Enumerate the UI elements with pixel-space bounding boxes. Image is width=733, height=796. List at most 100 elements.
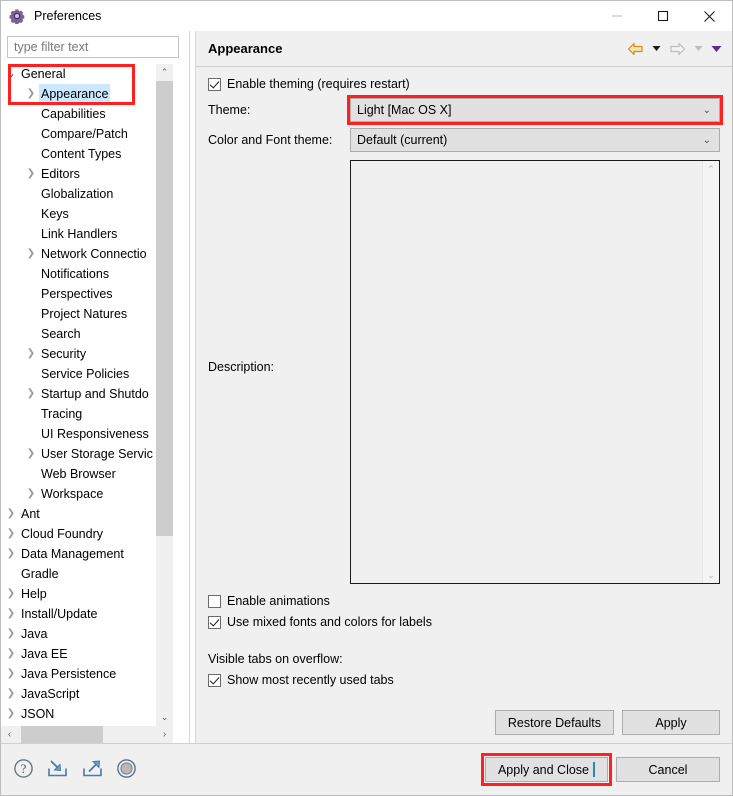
help-icon[interactable]: ? — [13, 758, 34, 782]
chevron-right-icon[interactable]: ❯ — [3, 504, 19, 524]
show-mru-tabs-checkbox[interactable] — [208, 673, 221, 687]
tree-item-json[interactable]: ❯ JSON — [1, 704, 156, 724]
tree-item-search[interactable]: Search — [1, 324, 156, 344]
chevron-right-icon[interactable]: ❯ — [3, 644, 19, 664]
chevron-right-icon[interactable]: ❯ — [3, 704, 19, 724]
tree-item-ui-responsiveness[interactable]: UI Responsiveness — [1, 424, 156, 444]
restore-defaults-button[interactable]: Restore Defaults — [494, 710, 614, 735]
tree-item-security[interactable]: ❯ Security — [1, 344, 156, 364]
chevron-right-icon[interactable]: ❯ — [3, 524, 19, 544]
tree-item-link-handlers[interactable]: Link Handlers — [1, 224, 156, 244]
enable-animations-row[interactable]: Enable animations — [208, 594, 720, 608]
forward-arrow-icon — [666, 38, 688, 60]
description-textarea[interactable]: ⌃ ⌄ — [350, 160, 720, 584]
pane-divider[interactable] — [189, 31, 196, 743]
tree-item-label: Link Handlers — [41, 227, 118, 241]
maximize-button[interactable] — [640, 1, 686, 31]
tree-item-project-natures[interactable]: Project Natures — [1, 304, 156, 324]
tree-item-install-update[interactable]: ❯ Install/Update — [1, 604, 156, 624]
chevron-right-icon[interactable]: ❯ — [3, 544, 19, 564]
chevron-down-icon[interactable]: ⌄ — [3, 64, 19, 84]
import-icon[interactable] — [46, 758, 69, 782]
chevron-right-icon[interactable]: ❯ — [23, 84, 39, 104]
tree-item-network-connectio[interactable]: ❯ Network Connectio — [1, 244, 156, 264]
tree-horizontal-scrollbar[interactable]: ‹ › — [1, 726, 173, 743]
color-font-theme-select[interactable]: Default (current) ⌄ — [350, 128, 720, 152]
tree-item-ant[interactable]: ❯ Ant — [1, 504, 156, 524]
tree-item-java-ee[interactable]: ❯ Java EE — [1, 644, 156, 664]
tree-item-user-storage-servic[interactable]: ❯ User Storage Servic — [1, 444, 156, 464]
chevron-right-icon[interactable]: ❯ — [23, 484, 39, 504]
back-dropdown-chevron-down-icon[interactable] — [648, 38, 664, 60]
search-input[interactable]: type filter text — [7, 36, 179, 58]
cancel-button[interactable]: Cancel — [616, 757, 720, 782]
tree-item-tracing[interactable]: Tracing — [1, 404, 156, 424]
tree-item-content-types[interactable]: Content Types — [1, 144, 156, 164]
enable-animations-checkbox[interactable] — [208, 594, 221, 608]
chevron-right-icon[interactable]: ❯ — [3, 664, 19, 684]
dialog-footer: ? Apply and Close Cancel — [1, 743, 732, 795]
scroll-up-icon[interactable]: ⌃ — [156, 64, 173, 81]
tree-item-gradle[interactable]: Gradle — [1, 564, 156, 584]
chevron-right-icon[interactable]: ❯ — [3, 684, 19, 704]
preferences-sidebar: type filter text ⌄ General ❯ Appearance Capa… — [1, 31, 189, 743]
tree-item-label: Notifications — [41, 267, 110, 281]
chevron-right-icon[interactable]: ❯ — [23, 164, 39, 184]
tree-item-notifications[interactable]: Notifications — [1, 264, 156, 284]
minimize-button[interactable] — [594, 1, 640, 31]
preferences-tree[interactable]: ⌄ General ❯ Appearance Capabilities Compare/P… — [1, 64, 156, 726]
enable-theming-row[interactable]: Enable theming (requires restart) — [208, 77, 720, 91]
hscrollbar-thumb[interactable] — [21, 726, 103, 743]
scroll-down-icon[interactable]: ⌄ — [156, 709, 173, 726]
chevron-right-icon[interactable]: ❯ — [23, 344, 39, 364]
disc-icon[interactable] — [116, 758, 137, 782]
enable-theming-checkbox[interactable] — [208, 77, 221, 91]
chevron-right-icon[interactable]: ❯ — [23, 244, 39, 264]
panel-menu-chevron-down-icon[interactable] — [708, 38, 724, 60]
tree-item-java[interactable]: ❯ Java — [1, 624, 156, 644]
tree-item-service-policies[interactable]: Service Policies — [1, 364, 156, 384]
show-mru-tabs-label: Show most recently used tabs — [227, 673, 394, 687]
show-mru-tabs-row[interactable]: Show most recently used tabs — [208, 673, 720, 687]
back-arrow-icon[interactable] — [624, 38, 646, 60]
theme-select[interactable]: Light [Mac OS X] ⌄ — [347, 95, 723, 125]
tree-item-data-management[interactable]: ❯ Data Management — [1, 544, 156, 564]
tree-vertical-scrollbar[interactable]: ⌃ ⌄ — [155, 64, 173, 726]
use-mixed-fonts-checkbox[interactable] — [208, 615, 221, 629]
tree-item-label: UI Responsiveness — [41, 427, 149, 441]
tree-item-perspectives[interactable]: Perspectives — [1, 284, 156, 304]
tree-item-appearance[interactable]: ❯ Appearance — [1, 84, 156, 104]
scroll-left-icon[interactable]: ‹ — [1, 726, 18, 743]
tree-item-startup-and-shutdo[interactable]: ❯ Startup and Shutdo — [1, 384, 156, 404]
description-scrollbar[interactable]: ⌃ ⌄ — [702, 161, 719, 583]
apply-button[interactable]: Apply — [622, 710, 720, 735]
tree-item-javascript[interactable]: ❯ JavaScript — [1, 684, 156, 704]
tree-item-keys[interactable]: Keys — [1, 204, 156, 224]
chevron-right-icon[interactable]: ❯ — [23, 384, 39, 404]
tree-item-editors[interactable]: ❯ Editors — [1, 164, 156, 184]
close-button[interactable] — [686, 1, 732, 31]
tree-item-java-persistence[interactable]: ❯ Java Persistence — [1, 664, 156, 684]
tree-item-compare-patch[interactable]: Compare/Patch — [1, 124, 156, 144]
tree-item-capabilities[interactable]: Capabilities — [1, 104, 156, 124]
tree-item-help[interactable]: ❯ Help — [1, 584, 156, 604]
scroll-down-icon[interactable]: ⌄ — [703, 567, 719, 583]
use-mixed-fonts-row[interactable]: Use mixed fonts and colors for labels — [208, 615, 720, 629]
tree-item-label: Content Types — [41, 147, 122, 161]
tree-item-workspace[interactable]: ❯ Workspace — [1, 484, 156, 504]
scroll-up-icon[interactable]: ⌃ — [703, 161, 719, 177]
tree-item-label: Java Persistence — [21, 667, 117, 681]
tree-item-globalization[interactable]: Globalization — [1, 184, 156, 204]
scroll-right-icon[interactable]: › — [156, 726, 173, 743]
apply-and-close-button[interactable]: Apply and Close — [484, 757, 608, 782]
tree-item-web-browser[interactable]: Web Browser — [1, 464, 156, 484]
tree-item-cloud-foundry[interactable]: ❯ Cloud Foundry — [1, 524, 156, 544]
chevron-right-icon[interactable]: ❯ — [3, 624, 19, 644]
tree-item-general[interactable]: ⌄ General — [1, 64, 156, 84]
preferences-dialog: Preferences type filter text ⌄ General ❯ Ap… — [0, 0, 733, 796]
export-icon[interactable] — [81, 758, 104, 782]
chevron-right-icon[interactable]: ❯ — [3, 584, 19, 604]
chevron-right-icon[interactable]: ❯ — [3, 604, 19, 624]
chevron-right-icon[interactable]: ❯ — [23, 444, 39, 464]
scrollbar-thumb[interactable] — [156, 81, 173, 536]
